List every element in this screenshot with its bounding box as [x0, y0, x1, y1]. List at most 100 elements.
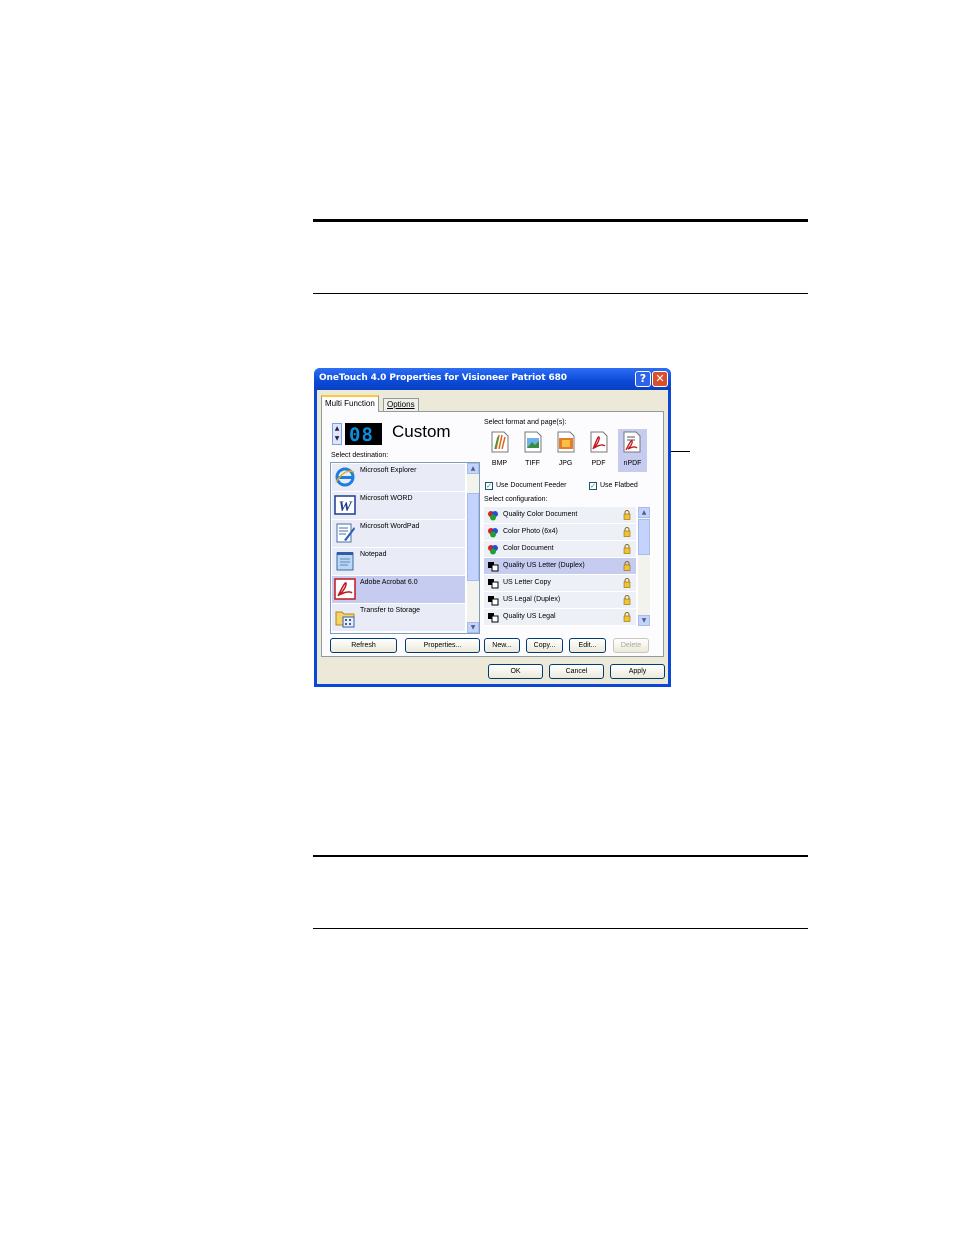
destination-item[interactable]: Notepad: [332, 548, 465, 575]
new-button[interactable]: New...: [484, 638, 520, 653]
properties-button[interactable]: Properties...: [405, 638, 480, 653]
format-label-text: PDF: [591, 460, 606, 467]
tiff-icon: [524, 431, 542, 453]
lock-icon: [623, 612, 631, 622]
format-pdf[interactable]: PDF: [585, 429, 612, 472]
button-spinner[interactable]: ▲ ▼: [332, 423, 342, 445]
format-npdf[interactable]: nPDF: [618, 429, 647, 472]
format-label: Select format and page(s):: [484, 419, 567, 426]
top-rule-thick: [313, 219, 808, 222]
use-document-feeder-label: Use Document Feeder: [496, 482, 567, 489]
apply-button[interactable]: Apply: [610, 664, 665, 679]
properties-dialog: OneTouch 4.0 Properties for Visioneer Pa…: [314, 368, 671, 687]
destination-item[interactable]: Microsoft Explorer: [332, 464, 465, 491]
refresh-button[interactable]: Refresh: [330, 638, 397, 653]
configuration-label-text: US Legal (Duplex): [503, 596, 561, 603]
format-label-text: nPDF: [623, 460, 642, 467]
button-number: 08: [349, 424, 374, 446]
destination-label-text: Notepad: [360, 551, 387, 558]
format-label-text: JPG: [558, 460, 573, 467]
destination-label-text: Microsoft Explorer: [360, 467, 417, 474]
button-number-display: 08: [345, 423, 382, 446]
edit-button[interactable]: Edit...: [569, 638, 606, 653]
configuration-label-text: Color Photo (6x4): [503, 528, 558, 535]
destination-label-text: Microsoft WORD: [360, 495, 413, 502]
destination-item[interactable]: Transfer to Storage: [332, 604, 465, 631]
svg-text:W: W: [338, 499, 353, 515]
lock-icon: [623, 578, 631, 588]
storage-icon: [335, 611, 355, 628]
scroll-up-icon[interactable]: ▲: [638, 507, 650, 518]
use-flatbed-checkbox[interactable]: ✓: [589, 482, 597, 490]
format-label-text: BMP: [491, 460, 508, 467]
help-button[interactable]: ?: [635, 371, 651, 387]
bottom-rule-upper: [313, 855, 808, 857]
configuration-item[interactable]: Quality US Letter (Duplex): [484, 558, 636, 574]
button-name: Custom: [392, 422, 451, 441]
pdf-icon: [590, 431, 608, 453]
destination-label-text: Microsoft WordPad: [360, 523, 420, 530]
configuration-list[interactable]: Quality Color Document Color Photo (6x4)…: [484, 507, 652, 626]
top-rule-thin: [313, 293, 808, 294]
format-label-text: TIFF: [525, 460, 540, 467]
tab-panel: ▲ ▼ 08 Custom Select destination: Microso…: [321, 411, 664, 657]
bw-config-icon: [488, 562, 499, 572]
ok-button[interactable]: OK: [488, 664, 543, 679]
configuration-label-text: Quality US Letter (Duplex): [503, 562, 585, 569]
close-button[interactable]: ✕: [652, 371, 668, 387]
scroll-thumb[interactable]: [467, 493, 479, 581]
format-jpg[interactable]: JPG: [552, 429, 579, 472]
destination-label-text: Transfer to Storage: [360, 607, 421, 614]
destination-list[interactable]: Microsoft Explorer W Microsoft WORD Micr…: [330, 462, 480, 634]
dialog-client: Multi Function Options ▲ ▼ 08 Custom Sele…: [317, 390, 668, 684]
bw-config-icon: [488, 579, 499, 589]
wordpad-icon: [336, 523, 355, 543]
color-config-icon: [488, 545, 498, 555]
notepad-icon: [336, 552, 354, 571]
destination-item[interactable]: W Microsoft WORD: [332, 492, 465, 519]
scroll-down-icon[interactable]: ▼: [467, 622, 479, 633]
copy-button[interactable]: Copy...: [526, 638, 563, 653]
title-bar[interactable]: OneTouch 4.0 Properties for Visioneer Pa…: [314, 368, 671, 390]
scroll-thumb[interactable]: [638, 519, 650, 555]
destination-item[interactable]: Adobe Acrobat 6.0: [332, 576, 465, 603]
cancel-button[interactable]: Cancel: [549, 664, 604, 679]
spin-up-icon[interactable]: ▲: [333, 424, 341, 434]
delete-button[interactable]: Delete: [613, 638, 649, 653]
jpg-icon: [557, 431, 575, 453]
tab-label: Options: [387, 400, 415, 409]
lock-icon: [623, 544, 631, 554]
scroll-up-icon[interactable]: ▲: [467, 463, 479, 474]
configuration-item[interactable]: US Legal (Duplex): [484, 592, 636, 608]
configuration-item[interactable]: Quality US Legal: [484, 609, 636, 625]
configuration-label-text: Quality Color Document: [503, 511, 578, 518]
color-config-icon: [488, 528, 498, 538]
format-tiff[interactable]: TIFF: [519, 429, 546, 472]
color-config-icon: [488, 511, 498, 521]
tab-label: Multi Function: [325, 399, 375, 408]
destination-label-text: Adobe Acrobat 6.0: [360, 579, 418, 586]
tab-options[interactable]: Options: [383, 398, 419, 411]
npdf-icon: [623, 431, 641, 453]
configuration-item[interactable]: Color Photo (6x4): [484, 524, 636, 540]
acrobat-icon: [334, 578, 356, 600]
configuration-item[interactable]: US Letter Copy: [484, 575, 636, 591]
scroll-down-icon[interactable]: ▼: [638, 615, 650, 626]
destination-scrollbar[interactable]: ▲ ▼: [467, 463, 479, 633]
format-bmp[interactable]: BMP: [486, 429, 513, 472]
lock-icon: [623, 510, 631, 520]
lock-icon: [623, 595, 631, 605]
configuration-item[interactable]: Color Document: [484, 541, 636, 557]
configuration-label-text: Quality US Legal: [503, 613, 556, 620]
tab-multi-function[interactable]: Multi Function: [321, 395, 379, 412]
bw-config-icon: [488, 596, 499, 606]
bw-config-icon: [488, 613, 499, 623]
configuration-scrollbar[interactable]: ▲ ▼: [638, 507, 650, 626]
window-title: OneTouch 4.0 Properties for Visioneer Pa…: [319, 373, 567, 383]
spin-down-icon[interactable]: ▼: [333, 434, 341, 444]
configuration-label-text: US Letter Copy: [503, 579, 551, 586]
use-document-feeder-checkbox[interactable]: ✓: [485, 482, 493, 490]
bottom-rule-lower: [313, 928, 808, 929]
destination-item[interactable]: Microsoft WordPad: [332, 520, 465, 547]
configuration-item[interactable]: Quality Color Document: [484, 507, 636, 523]
